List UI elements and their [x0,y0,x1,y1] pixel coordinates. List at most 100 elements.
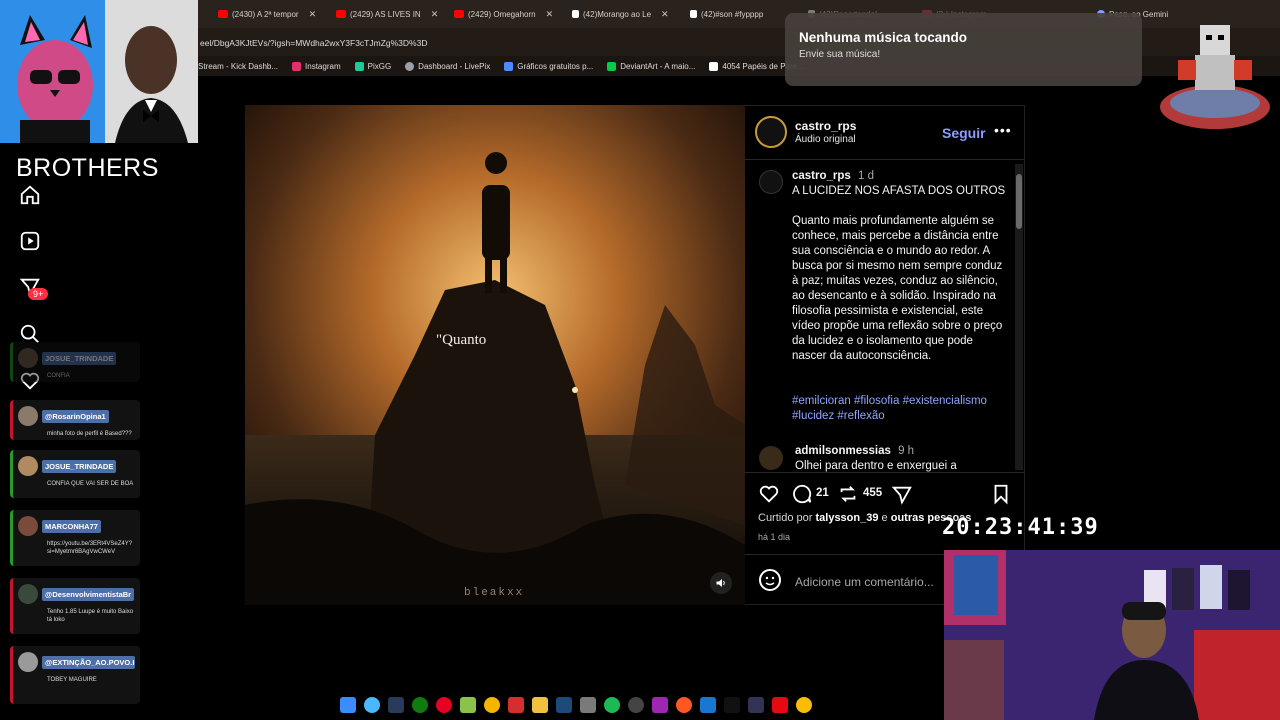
reel-image [245,105,745,605]
youtube-icon [218,10,228,18]
bookmark-item[interactable]: DeviantArt - A maio... [607,61,695,71]
avatar [18,406,38,426]
pixel-character-sprite [1160,25,1270,129]
caption-header: castro_rps 1 d [792,170,874,182]
chat-message: @RosarinOpina1 minha foto de perfil é Ba… [10,400,140,440]
share-icon[interactable] [891,484,913,506]
reels-icon[interactable] [19,230,41,252]
home-icon[interactable] [19,184,41,206]
caption-username[interactable]: castro_rps [792,170,851,182]
like-heart-icon[interactable] [758,483,780,505]
url-text: eel/DbgA3KJtEVs/?igsh=MWdha2wxY3F3cTJmZg… [200,38,428,48]
bookmark-item[interactable]: Dashboard - LivePix [405,61,490,71]
app-icon[interactable] [652,697,668,713]
close-icon[interactable]: ✕ [661,9,669,20]
liked-by-text: Curtido por talysson_39 e outras pessoas [758,512,972,524]
folder-icon[interactable] [532,697,548,713]
pinterest-icon[interactable] [436,697,452,713]
bookmark-item[interactable]: Gráficos gratuitos p... [504,61,593,71]
bookmark-item[interactable]: Stream - Kick Dashb... [198,62,278,71]
app-icon[interactable] [676,697,692,713]
comment-username[interactable]: admilsonmessias [795,445,891,457]
spotify-icon[interactable] [604,697,620,713]
youtube-icon [454,10,464,18]
netflix-icon[interactable] [772,697,788,713]
follow-button[interactable]: Seguir [942,125,986,141]
obs-icon[interactable] [628,697,644,713]
app-icon[interactable] [700,697,716,713]
comment-icon[interactable] [791,483,813,505]
app-icon[interactable] [748,697,764,713]
browser-tab[interactable]: (2429) Omegahorn ✕ [450,4,568,24]
emoji-icon[interactable] [758,568,782,592]
windows-start-icon[interactable] [340,697,356,713]
edge-icon[interactable] [364,697,380,713]
avatar [18,456,38,476]
more-options-icon[interactable]: ••• [994,122,1012,138]
comment-header: admilsonmessias 9 h [795,445,914,457]
audio-label[interactable]: Áudio original [795,134,856,145]
divider [745,159,1025,160]
liked-by-user[interactable]: talysson_39 [815,512,878,524]
man-portrait-image [105,0,198,143]
bookmark-item[interactable]: PixGG [354,61,391,71]
stream-overlay-left: BROTHERS 9+ JOSUE_TRINDADE CONFIA @Rosar… [0,0,198,720]
caption-time: 1 d [858,170,875,182]
chat-text: CONFIA QUE VAI SER DE BOA [47,481,134,487]
chat-username: @RosarinOpina1 [42,409,109,423]
chat-message: JOSUE_TRINDADE CONFIA QUE VAI SER DE BOA [10,450,140,498]
chat-username: JOSUE_TRINDADE [42,351,117,365]
save-bookmark-icon[interactable] [990,483,1012,505]
repost-icon[interactable] [837,483,859,505]
browser-tab[interactable]: (2430) A 2ª tempor ✕ [214,4,332,24]
video-caption-text: "Quanto [436,332,487,348]
steam-icon[interactable] [388,697,404,713]
avatar[interactable] [759,446,783,470]
close-icon[interactable]: ✕ [431,9,439,20]
youtube-icon [336,10,346,18]
comment-input[interactable]: Adicione um comentário... [795,575,934,589]
browser-tab[interactable]: (42)Morango ao Le ✕ [568,4,686,24]
avatar [18,516,38,536]
pixgg-icon [354,61,364,71]
browser-tab[interactable]: (42)#son #fypppp [686,4,786,24]
post-username[interactable]: castro_rps [795,119,856,133]
music-notification: Nenhuma música tocando Envie sua música! [785,13,1142,86]
terminal-icon[interactable] [556,697,572,713]
chat-username: @DesenvolvimentistaBr [42,587,135,601]
notification-title: Nenhuma música tocando [799,30,968,45]
volume-button[interactable] [710,572,732,594]
tiktok-icon [572,10,579,18]
bookmark-item[interactable]: Instagram [292,61,341,71]
chrome-icon[interactable] [796,697,812,713]
cat-avatar-image [0,0,105,143]
comment-count: 21 [816,487,829,499]
chat-username: @EXTINÇÃO_AO.POVO.I [42,655,135,669]
video-watermark: bleakxx [464,587,525,599]
chat-message: JOSUE_TRINDADE CONFIA [10,342,140,382]
notification-subtitle: Envie sua música! [799,49,881,60]
chat-text: TOBEY MAGUIRE [47,677,97,683]
close-icon[interactable]: ✕ [546,9,554,20]
scrollbar[interactable] [1015,164,1023,470]
avatar[interactable] [755,116,787,148]
app-b-icon[interactable] [460,697,476,713]
calculator-icon[interactable] [580,697,596,713]
chat-text: minha foto de perfil é Based??? [47,431,132,437]
close-icon[interactable]: ✕ [309,9,317,20]
chrome-icon[interactable] [484,697,500,713]
acrobat-icon[interactable] [508,697,524,713]
post-time-ago: há 1 dia [758,532,791,542]
xbox-icon[interactable] [412,697,428,713]
scrollbar-thumb[interactable] [1016,174,1022,229]
comment-text: Olhei para dentro e enxerguei a [795,460,957,472]
avatar [18,584,38,604]
caption-hashtags[interactable]: #emilcioran #filosofia #existencialismo … [792,394,1007,424]
browser-tab[interactable]: (2429) AS LIVES IN ✕ [332,4,450,24]
divider [745,472,1025,473]
tiktok-icon[interactable] [724,697,740,713]
overlay-title: BROTHERS [16,154,159,182]
reel-video[interactable]: "Quanto bleakxx [245,105,745,605]
avatar[interactable] [759,170,783,194]
chat-message: @DesenvolvimentistaBr Tenho 1.85 Luupe é… [10,578,140,634]
